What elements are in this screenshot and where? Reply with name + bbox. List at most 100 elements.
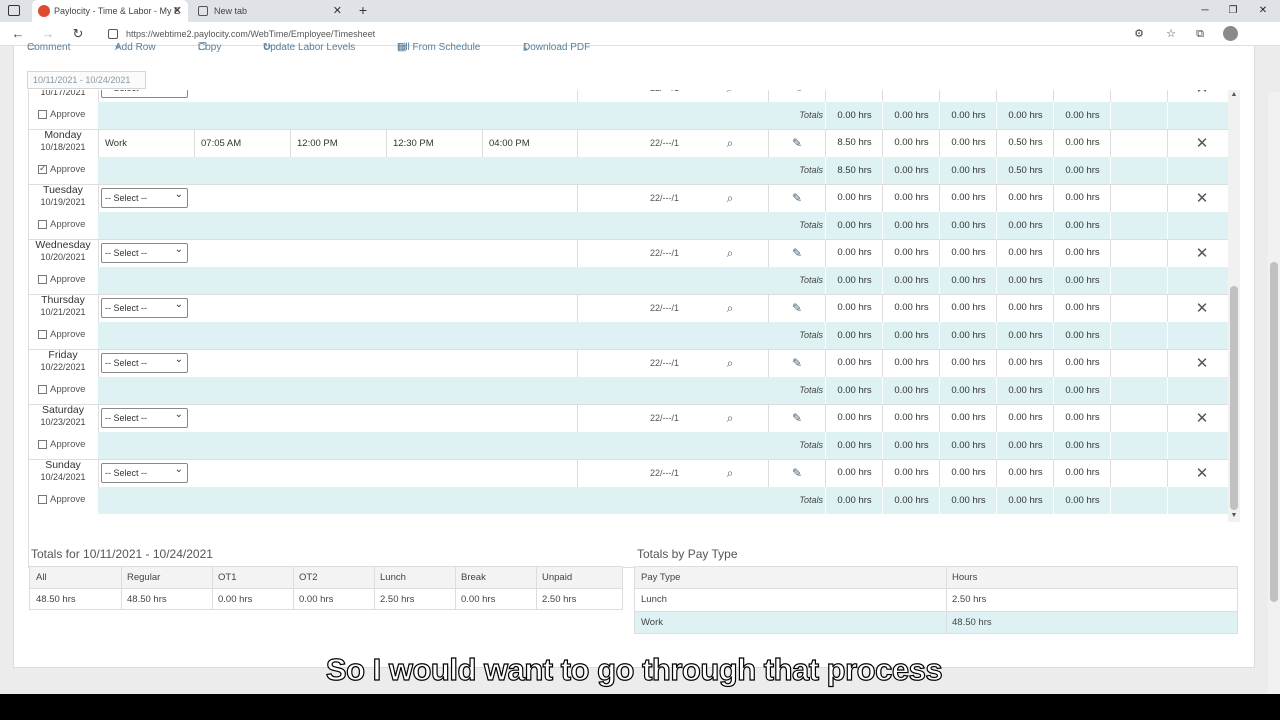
column-divider xyxy=(1110,212,1111,239)
edit-note-icon[interactable]: ✎ xyxy=(788,130,806,158)
delete-row-icon[interactable]: ✕ xyxy=(1192,460,1212,488)
checkbox-box[interactable] xyxy=(38,330,47,339)
page-scrollbar[interactable] xyxy=(1268,92,1280,720)
page-scroll-thumb[interactable] xyxy=(1270,262,1278,602)
minimize-icon[interactable]: ─ xyxy=(1190,0,1220,22)
pay-type-select[interactable]: -- Select -- xyxy=(101,90,188,98)
period-header-cell[interactable]: OT1 xyxy=(218,572,236,583)
tab-actions-icon[interactable] xyxy=(8,5,20,16)
tab-new-tab[interactable]: New tab ✕ xyxy=(192,0,348,22)
pay-type-cell[interactable]: Work xyxy=(105,130,127,158)
total-hours-cell: 0.00 hrs xyxy=(1008,275,1043,286)
edit-note-icon[interactable]: ✎ xyxy=(788,295,806,323)
search-icon[interactable]: ⌕ xyxy=(721,405,739,433)
date-code-cell[interactable]: 22/---/1 xyxy=(650,350,679,378)
search-icon[interactable]: ⌕ xyxy=(721,295,739,323)
punch-time-cell[interactable]: 12:00 PM xyxy=(297,130,338,158)
edit-note-icon[interactable]: ✎ xyxy=(788,405,806,433)
favorites-icon[interactable]: ☆ xyxy=(1162,25,1180,43)
date-code-cell[interactable]: 22/---/1 xyxy=(650,460,679,488)
day-name: Thursday xyxy=(41,294,85,306)
search-icon[interactable]: ⌕ xyxy=(721,185,739,213)
checkbox-box[interactable] xyxy=(38,110,47,119)
site-settings-icon[interactable]: ⚙ xyxy=(1130,25,1148,43)
totals-row: Totals 0.00 hrs 0.00 hrs 0.00 hrs 0.00 hrs 0.… xyxy=(29,267,1228,294)
column-divider xyxy=(1110,322,1111,349)
search-icon[interactable]: ⌕ xyxy=(721,460,739,488)
checkbox-box[interactable] xyxy=(38,495,47,504)
checkbox-box[interactable] xyxy=(38,163,47,174)
delete-row-icon[interactable]: ✕ xyxy=(1192,405,1212,433)
period-header-cell[interactable]: OT2 xyxy=(299,572,317,583)
date-code-cell[interactable]: 22/---/1 xyxy=(650,240,679,268)
approve-checkbox[interactable]: Approve xyxy=(38,384,85,395)
delete-row-icon[interactable]: ✕ xyxy=(1192,240,1212,268)
search-icon[interactable]: ⌕ xyxy=(721,350,739,378)
pay-type-select[interactable]: -- Select -- xyxy=(101,241,188,263)
period-header-cell[interactable]: Regular xyxy=(127,572,160,583)
pay-type-select[interactable]: -- Select -- xyxy=(101,406,188,428)
search-icon[interactable]: ⌕ xyxy=(721,130,739,158)
total-hours-cell: 0.00 hrs xyxy=(1008,330,1043,341)
period-header-cell[interactable]: Break xyxy=(461,572,486,583)
approve-checkbox[interactable]: Approve xyxy=(38,439,85,450)
edit-note-icon[interactable]: ✎ xyxy=(788,350,806,378)
new-tab-button[interactable]: + xyxy=(356,0,370,22)
punch-time-cell[interactable]: 04:00 PM xyxy=(489,130,530,158)
back-icon[interactable]: ← xyxy=(10,22,26,46)
delete-row-icon[interactable]: ✕ xyxy=(1192,350,1212,378)
date-code-cell[interactable]: 22/---/1 xyxy=(650,405,679,433)
approve-checkbox[interactable]: Approve xyxy=(38,163,85,175)
alt-row-fill xyxy=(635,612,1237,633)
restore-icon[interactable]: ❐ xyxy=(1218,0,1248,22)
edit-note-icon[interactable]: ✎ xyxy=(788,240,806,268)
approve-checkbox[interactable]: Approve xyxy=(38,219,85,230)
approve-checkbox[interactable]: Approve xyxy=(38,329,85,340)
delete-row-icon[interactable]: ✕ xyxy=(1192,130,1212,158)
checkbox-box[interactable] xyxy=(38,440,47,449)
column-divider xyxy=(946,567,947,633)
grid-scroll-thumb[interactable] xyxy=(1230,286,1238,510)
search-icon[interactable]: ⌕ xyxy=(721,240,739,268)
pay-type-select[interactable]: -- Select -- xyxy=(101,296,188,318)
url-field[interactable]: https://webtime2.paylocity.com/WebTime/E… xyxy=(106,25,1156,43)
delete-row-icon[interactable]: ✕ xyxy=(1192,185,1212,213)
paylocity-favicon-icon xyxy=(38,5,50,17)
pay-type-select[interactable]: -- Select -- xyxy=(101,186,188,208)
period-header-cell[interactable]: Lunch xyxy=(380,572,406,583)
scroll-up-icon[interactable]: ▲ xyxy=(1228,91,1240,98)
date-code-cell[interactable]: 22/---/1 xyxy=(650,185,679,213)
grid-scrollbar[interactable]: ▲ ▼ xyxy=(1228,90,1240,522)
date-range-field[interactable]: 10/11/2021 - 10/24/2021 xyxy=(27,71,146,89)
scroll-down-icon[interactable]: ▼ xyxy=(1228,512,1240,519)
approve-checkbox[interactable]: Approve xyxy=(38,274,85,285)
collections-icon[interactable]: ⧉ xyxy=(1191,25,1209,43)
punch-time-cell[interactable]: 12:30 PM xyxy=(393,130,434,158)
refresh-icon[interactable]: ↻ xyxy=(70,22,86,46)
close-icon[interactable]: ✕ xyxy=(333,0,342,22)
profile-avatar[interactable] xyxy=(1223,26,1238,41)
column-divider xyxy=(1110,185,1111,213)
period-header-cell[interactable]: Unpaid xyxy=(542,572,572,583)
edit-note-icon[interactable]: ✎ xyxy=(788,185,806,213)
checkbox-box[interactable] xyxy=(38,220,47,229)
pay-type-select[interactable]: -- Select -- xyxy=(101,461,188,483)
date-code-cell[interactable]: 22/---/1 xyxy=(650,130,679,158)
punch-time-cell[interactable]: 07:05 AM xyxy=(201,130,241,158)
approve-checkbox[interactable]: Approve xyxy=(38,494,85,505)
column-divider xyxy=(939,487,940,514)
pay-type-select[interactable]: -- Select -- xyxy=(101,351,188,373)
window-close-icon[interactable]: ✕ xyxy=(1248,0,1278,22)
date-code-cell[interactable]: 22/---/1 xyxy=(650,295,679,323)
approve-checkbox[interactable]: Approve xyxy=(38,109,85,120)
tab-paylocity[interactable]: Paylocity - Time & Labor - My E ✕ xyxy=(32,0,188,22)
pay-type-header-cell[interactable]: Pay Type xyxy=(641,572,680,583)
pay-type-header-cell[interactable]: Hours xyxy=(952,572,977,583)
edit-note-icon[interactable]: ✎ xyxy=(788,460,806,488)
checkbox-box[interactable] xyxy=(38,385,47,394)
delete-row-icon[interactable]: ✕ xyxy=(1192,295,1212,323)
period-header-cell[interactable]: All xyxy=(36,572,47,583)
checkbox-box[interactable] xyxy=(38,275,47,284)
column-divider xyxy=(996,102,997,129)
close-icon[interactable]: ✕ xyxy=(173,0,182,22)
